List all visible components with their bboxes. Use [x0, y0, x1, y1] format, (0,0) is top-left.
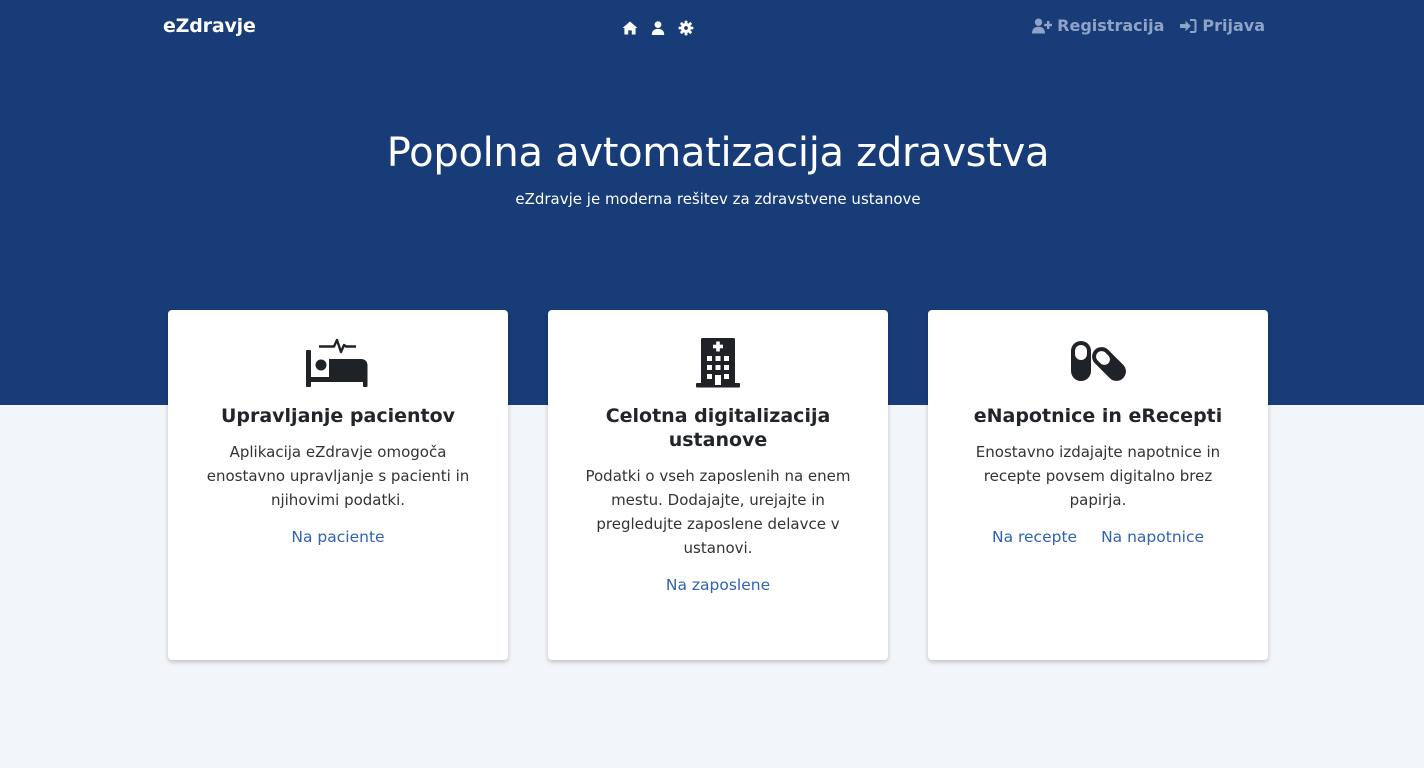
card-title: Upravljanje pacientov	[220, 405, 456, 427]
hero-subtitle: eZdravje je moderna rešitev za zdravstve…	[515, 190, 921, 208]
card-title: Celotna digitalizacija ustanove	[605, 405, 831, 451]
card-title: eNapotnice in eRecepti	[973, 405, 1223, 427]
procedures-bed-icon	[306, 338, 368, 387]
hero-title: Popolna avtomatizacija zdravstva	[386, 130, 1050, 176]
card-prescriptions: eNapotnice in eRecepti Enostavno izdajaj…	[928, 310, 1268, 660]
prescriptions-link[interactable]: Na recepte	[992, 528, 1077, 546]
brand-logo[interactable]: eZdravje	[163, 15, 256, 37]
top-navbar: eZdravje Registracija Prijava	[0, 0, 1424, 56]
nav-icon-group	[622, 19, 694, 37]
register-label: Registracija	[1057, 16, 1165, 35]
card-text: Enostavno izdajajte napotnice in recepte…	[975, 443, 1221, 509]
employees-link[interactable]: Na zaposlene	[666, 576, 770, 594]
capsules-icon	[1071, 341, 1126, 381]
register-link[interactable]: Registracija	[1032, 16, 1164, 35]
card-text: Podatki o vseh zaposlenih na enem mestu.…	[585, 467, 851, 557]
patients-link[interactable]: Na paciente	[291, 528, 384, 546]
card-digitalization: Celotna digitalizacija ustanove Podatki …	[548, 310, 888, 660]
sign-in-icon	[1180, 18, 1197, 33]
card-patients: Upravljanje pacientov Aplikacija eZdravj…	[168, 310, 508, 660]
login-label: Prijava	[1202, 16, 1265, 35]
gear-icon[interactable]	[678, 20, 694, 36]
home-icon[interactable]	[622, 20, 638, 36]
referrals-link[interactable]: Na napotnice	[1101, 528, 1204, 546]
card-text: Aplikacija eZdravje omogoča enostavno up…	[206, 443, 470, 509]
user-icon[interactable]	[650, 20, 666, 36]
nav-auth-links: Registracija Prijava	[1032, 16, 1265, 35]
hospital-icon	[696, 338, 740, 388]
user-plus-icon	[1032, 18, 1053, 33]
login-link[interactable]: Prijava	[1180, 16, 1265, 35]
